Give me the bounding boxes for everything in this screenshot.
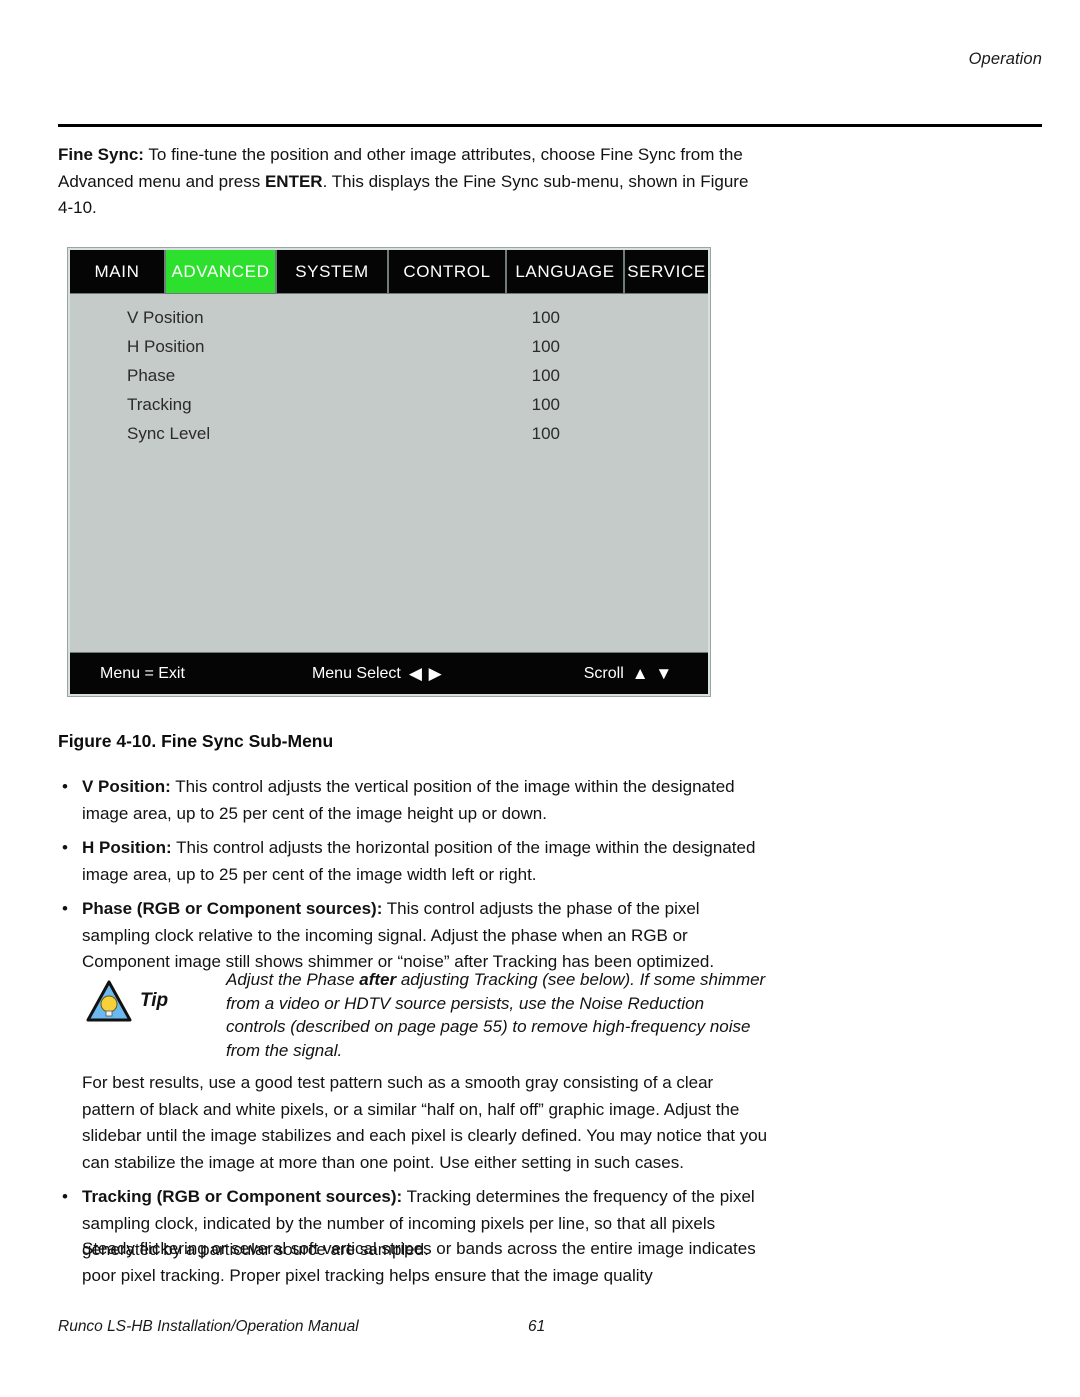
bullet-text-h-position: This control adjusts the horizontal posi…	[82, 838, 756, 884]
tip-text-1: Adjust the Phase	[226, 970, 360, 989]
up-down-arrow-icon: ▲ ▼	[631, 664, 674, 683]
tip-emphasis-after: after	[359, 970, 397, 989]
intro-emphasis-enter: ENTER	[264, 171, 323, 191]
osd-label-tracking: Tracking	[127, 395, 192, 414]
bullet-term-v-position: V Position:	[82, 777, 171, 796]
intro-paragraph: Fine Sync: To fine-tune the position and…	[58, 142, 758, 222]
osd-footer-bar: Menu = Exit Menu Select ◀ ▶ Scroll ▲ ▼	[70, 652, 708, 694]
osd-row-h-position[interactable]: H Position 100	[70, 333, 708, 361]
bullet-term-phase: Phase (RGB or Component sources):	[82, 899, 383, 918]
osd-label-sync-level: Sync Level	[127, 424, 211, 443]
tip-label: Tip	[140, 990, 169, 1011]
bullet-marker-icon: •	[62, 777, 68, 796]
osd-value-sync-level: 100	[531, 424, 560, 443]
osd-label-phase: Phase	[127, 366, 176, 385]
osd-row-v-position[interactable]: V Position 100	[70, 304, 708, 332]
osd-value-v-position: 100	[531, 308, 560, 327]
osd-label-v-position: V Position	[127, 308, 204, 327]
bullet-v-position: • V Position: This control adjusts the v…	[58, 774, 764, 827]
osd-hint-menu-select: Menu Select ◀ ▶	[312, 665, 443, 683]
steady-flicker-block: Steady flickering or several soft vertic…	[58, 1236, 768, 1297]
bullet-marker-icon: •	[62, 838, 68, 857]
figure-caption: Figure 4-10. Fine Sync Sub-Menu	[58, 731, 334, 751]
osd-label-h-position: H Position	[127, 337, 205, 356]
paragraph-steady-flicker: Steady flickering or several soft vertic…	[82, 1239, 756, 1285]
osd-tab-language[interactable]: LANGUAGE	[507, 250, 625, 293]
paragraph-best-results: For best results, use a good test patter…	[82, 1073, 768, 1172]
osd-hint-scroll-label: Scroll	[583, 664, 624, 682]
osd-tab-advanced[interactable]: ADVANCED	[166, 250, 277, 293]
bullet-marker-icon: •	[62, 1187, 68, 1206]
lightbulb-triangle-icon	[86, 980, 132, 1022]
bullet-phase: • Phase (RGB or Component sources): This…	[58, 896, 764, 976]
footer-manual-title: Runco LS-HB Installation/Operation Manua…	[58, 1318, 359, 1335]
osd-hint-menu-exit: Menu = Exit	[100, 665, 185, 683]
osd-tab-main[interactable]: MAIN	[70, 250, 166, 293]
osd-menu-figure: MAIN ADVANCED SYSTEM CONTROL LANGUAGE SE…	[68, 248, 710, 696]
footer-page-number: 61	[528, 1318, 546, 1335]
osd-value-h-position: 100	[531, 337, 560, 356]
osd-row-tracking[interactable]: Tracking 100	[70, 391, 708, 419]
bullet-term-tracking: Tracking (RGB or Component sources):	[82, 1187, 403, 1206]
tip-icon-group: Tip	[86, 968, 226, 1022]
osd-tab-bar: MAIN ADVANCED SYSTEM CONTROL LANGUAGE SE…	[70, 250, 708, 294]
osd-value-tracking: 100	[531, 395, 560, 414]
running-head: Operation	[968, 50, 1042, 68]
bullet-marker-icon: •	[62, 899, 68, 918]
tip-text: Adjust the Phase after adjusting Trackin…	[226, 968, 766, 1062]
osd-hint-scroll: Scroll ▲ ▼	[584, 665, 673, 683]
osd-hint-menu-select-label: Menu Select	[311, 664, 401, 682]
osd-tab-service[interactable]: SERVICE	[625, 250, 708, 293]
intro-lead-label: Fine Sync:	[58, 145, 144, 164]
osd-tab-system[interactable]: SYSTEM	[277, 250, 389, 293]
osd-hint-menu-exit-label: Menu = Exit	[100, 664, 185, 682]
header-divider	[58, 124, 1042, 127]
osd-tab-control[interactable]: CONTROL	[389, 250, 507, 293]
bullet-list: • V Position: This control adjusts the v…	[58, 774, 764, 984]
osd-row-phase[interactable]: Phase 100	[70, 362, 708, 390]
bullet-text-v-position: This control adjusts the vertical positi…	[82, 777, 735, 823]
osd-value-phase: 100	[531, 366, 560, 385]
bullet-h-position: • H Position: This control adjusts the h…	[58, 835, 764, 888]
tip-callout: Tip Adjust the Phase after adjusting Tra…	[86, 968, 766, 1062]
osd-row-sync-level[interactable]: Sync Level 100	[70, 420, 708, 448]
bullet-term-h-position: H Position:	[82, 838, 172, 857]
left-right-arrow-icon: ◀ ▶	[408, 664, 443, 683]
osd-body: V Position 100 H Position 100 Phase 100 …	[70, 304, 708, 662]
